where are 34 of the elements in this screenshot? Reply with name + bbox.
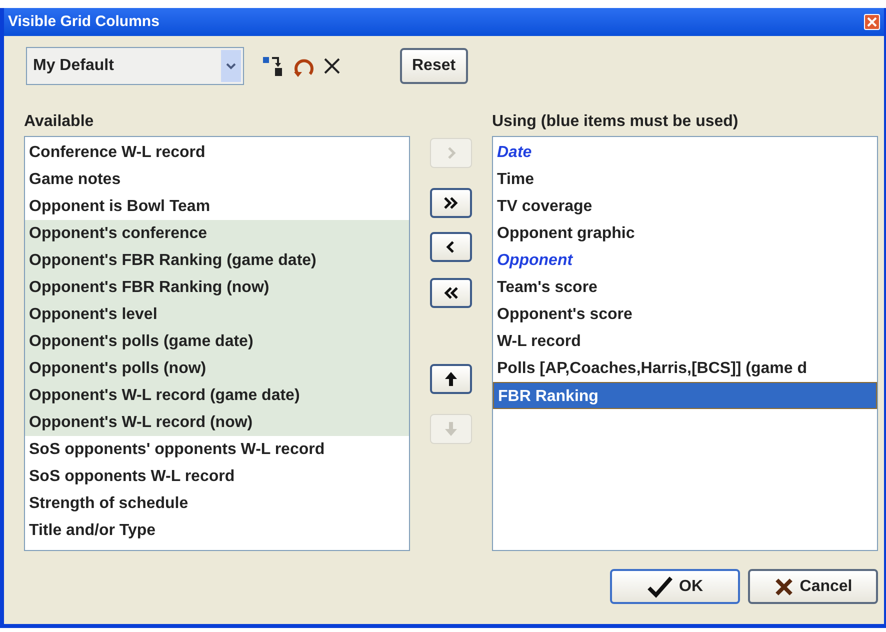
list-item[interactable]: Opponent's FBR Ranking (game date) xyxy=(25,247,409,274)
cross-icon xyxy=(774,576,794,596)
move-button[interactable] xyxy=(430,364,472,394)
reset-button[interactable]: Reset xyxy=(400,48,468,84)
list-item[interactable]: Opponent graphic xyxy=(493,220,877,247)
move-button[interactable] xyxy=(430,188,472,218)
list-item[interactable]: FBR Ranking xyxy=(493,382,877,409)
list-item[interactable]: Opponent's score xyxy=(493,301,877,328)
list-item[interactable]: Opponent's polls (now) xyxy=(25,355,409,382)
list-item[interactable]: Opponent xyxy=(493,247,877,274)
ok-button[interactable]: OK xyxy=(610,569,740,604)
close-icon xyxy=(867,17,877,27)
list-item[interactable]: Date xyxy=(493,139,877,166)
close-button[interactable] xyxy=(864,14,880,30)
list-item[interactable]: Opponent's FBR Ranking (now) xyxy=(25,274,409,301)
list-item[interactable]: Opponent's polls (game date) xyxy=(25,328,409,355)
delete-icon[interactable] xyxy=(322,56,342,76)
cancel-button[interactable]: Cancel xyxy=(748,569,878,604)
list-item[interactable]: Team's score xyxy=(493,274,877,301)
list-item[interactable]: W-L record xyxy=(493,328,877,355)
available-label: Available xyxy=(24,112,95,132)
move-button[interactable] xyxy=(430,232,472,262)
window-title: Visible Grid Columns xyxy=(8,12,160,32)
list-item[interactable]: Opponent's conference xyxy=(25,220,409,247)
list-item[interactable]: Opponent's W-L record (game date) xyxy=(25,382,409,409)
move-button[interactable] xyxy=(430,278,472,308)
profile-dropdown[interactable]: My Default xyxy=(26,47,244,85)
list-item[interactable]: Opponent's W-L record (now) xyxy=(25,409,409,436)
list-item[interactable]: TV coverage xyxy=(493,193,877,220)
list-item[interactable]: Polls [AP,Coaches,Harris,[BCS]] (game d xyxy=(493,355,877,382)
list-item[interactable]: Opponent's level xyxy=(25,301,409,328)
using-label: Using (blue items must be used) xyxy=(492,112,740,132)
checkmark-icon xyxy=(647,576,673,598)
list-item[interactable]: Time xyxy=(493,166,877,193)
